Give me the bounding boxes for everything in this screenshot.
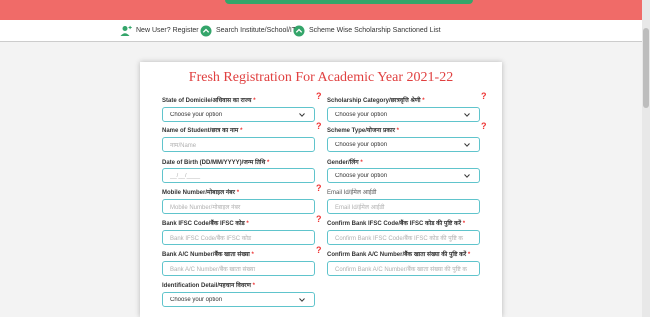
- id-detail-select[interactable]: Choose your option: [162, 292, 315, 307]
- email-input[interactable]: Email Id/ईमेल आईडी: [327, 199, 480, 214]
- ifsc-input[interactable]: Bank IFSC Code/बैंक IFSC कोड: [162, 230, 315, 245]
- confirm-ifsc-input[interactable]: Confirm Bank IFSC Code/बैंक IFSC कोड की …: [327, 230, 480, 245]
- domicile-help-icon[interactable]: ?: [316, 91, 322, 101]
- ifsc-label: Bank IFSC Code/बैंक IFSC कोड *: [162, 221, 249, 227]
- dob-label: Date of Birth (DD/MM/YYYY)/जन्म तिथि *: [162, 160, 270, 166]
- confirm-account-help-icon[interactable]: ?: [316, 245, 322, 255]
- confirm-account-input[interactable]: Confirm Bank A/C Number/बैंक खाता संख्या…: [327, 261, 480, 276]
- category-label: Scholarship Category/छात्रवृत्ति श्रेणी …: [327, 98, 425, 104]
- mobile-input[interactable]: Mobile Number/मोबाइल नंबर: [162, 199, 315, 214]
- nav-scheme-label: Scheme Wise Scholarship Sanctioned List: [309, 27, 441, 34]
- nav-search-label: Search Institute/School/ITI: [216, 27, 299, 34]
- top-nav: New User? Register Search Institute/Scho…: [0, 20, 650, 42]
- domicile-select[interactable]: Choose your option: [162, 107, 315, 122]
- category-help-icon[interactable]: ?: [481, 91, 487, 101]
- dob-input[interactable]: __/__/____: [162, 168, 315, 183]
- domicile-label: State of Domicile/अधिवास का राज्य *: [162, 98, 256, 104]
- chevron-down-icon: [297, 110, 307, 120]
- confirm-ifsc-label: Confirm Bank IFSC Code/बैंक IFSC कोड की …: [327, 221, 466, 227]
- chevron-up-circle-icon: [293, 25, 305, 36]
- scheme-type-select[interactable]: Choose your option: [327, 137, 480, 152]
- add-user-icon: [120, 25, 132, 36]
- chevron-down-icon: [462, 140, 472, 150]
- registration-form-card: Fresh Registration For Academic Year 202…: [140, 62, 502, 317]
- mobile-help-icon[interactable]: ?: [316, 183, 322, 193]
- confirm-ifsc-help-icon[interactable]: ?: [316, 214, 322, 224]
- id-detail-label: Identification Detail/पहचान विवरण *: [162, 283, 255, 289]
- confirm-account-label: Confirm Bank A/C Number/बैंक खाता संख्या…: [327, 252, 471, 258]
- page-scrollbar[interactable]: [642, 0, 650, 317]
- category-select[interactable]: Choose your option: [327, 107, 480, 122]
- scheme-type-help-icon[interactable]: ?: [481, 121, 487, 131]
- scrollbar-thumb[interactable]: [643, 28, 649, 108]
- gender-label: Gender/लिंग *: [327, 160, 363, 166]
- chevron-down-icon: [462, 110, 472, 120]
- chevron-down-icon: [462, 171, 472, 181]
- banner-tab: [225, 0, 473, 4]
- chevron-up-circle-icon: [200, 25, 212, 36]
- scheme-type-label: Scheme Type/योजना प्रकार *: [327, 128, 399, 134]
- nav-search-institute[interactable]: Search Institute/School/ITI: [200, 23, 298, 38]
- student-name-input[interactable]: नाम/Name: [162, 137, 315, 152]
- form-title: Fresh Registration For Academic Year 202…: [188, 70, 454, 85]
- email-label: Email Id/ईमेल आईडी: [327, 190, 377, 196]
- account-input[interactable]: Bank A/C Number/बैंक खाता संख्या: [162, 261, 315, 276]
- nav-new-user-register[interactable]: New User? Register: [120, 23, 199, 38]
- top-banner: [0, 0, 650, 20]
- chevron-down-icon: [297, 295, 307, 305]
- account-label: Bank A/C Number/बैंक खाता संख्या *: [162, 252, 254, 258]
- gender-select[interactable]: Choose your option: [327, 168, 480, 183]
- nav-new-user-label: New User? Register: [136, 27, 199, 34]
- nav-scheme-list[interactable]: Scheme Wise Scholarship Sanctioned List: [293, 23, 441, 38]
- student-name-help-icon[interactable]: ?: [316, 121, 322, 131]
- student-name-label: Name of Student/छात्र का नाम *: [162, 128, 243, 134]
- mobile-label: Mobile Number/मोबाइल नंबर *: [162, 190, 240, 196]
